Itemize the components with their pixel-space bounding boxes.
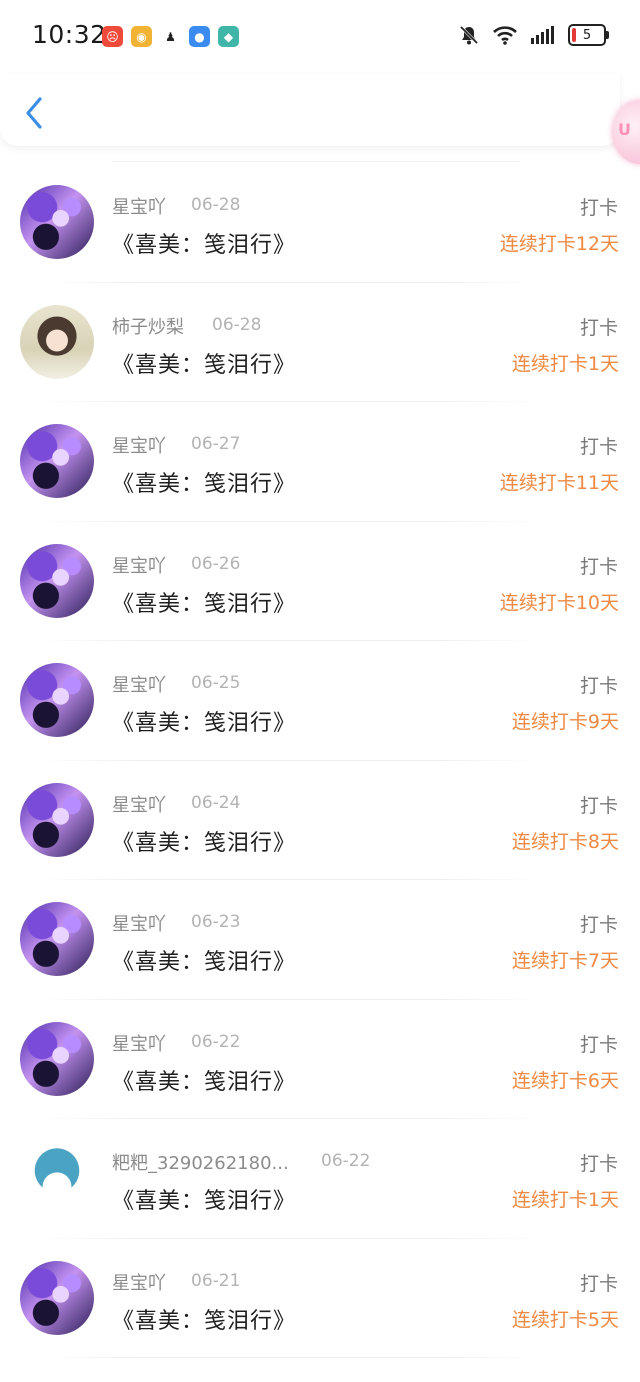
avatar[interactable] <box>20 782 94 857</box>
avatar[interactable] <box>20 1260 94 1335</box>
user-name[interactable]: 柿子炒梨 <box>112 313 184 339</box>
checkin-list: 星宝吖 06-28 《喜美：笺泪行》 打卡 连续打卡12天 柿子炒梨 06-28 《喜美：笺泪… <box>0 163 640 1358</box>
streak-label: 连续打卡10天 <box>499 591 619 614</box>
battery-icon: 5 <box>568 24 609 46</box>
streak-label: 连续打卡11天 <box>499 472 619 494</box>
back-button[interactable] <box>22 96 50 130</box>
entry-date: 06-28 <box>212 314 262 335</box>
chevron-left-icon <box>26 97 42 129</box>
book-title[interactable]: 《喜美：笺泪行》 <box>112 227 296 259</box>
user-name[interactable]: 粑粑_3290262180... <box>112 1149 289 1175</box>
avatar[interactable] <box>20 424 94 498</box>
book-title[interactable]: 《喜美：笺泪行》 <box>112 944 296 976</box>
notification-icons: ☹ ◉ ♟ ● ◆ <box>102 26 239 47</box>
nav-header <box>0 74 620 146</box>
book-title[interactable]: 《喜美：笺泪行》 <box>112 586 296 618</box>
list-item[interactable]: 粑粑_3290262180... 06-22 《喜美：笺泪行》 打卡连续打卡1天 <box>0 1119 640 1239</box>
entry-type-label: 打卡 <box>579 914 618 936</box>
entry-date: 06-27 <box>191 434 241 454</box>
user-name[interactable]: 星宝吖 <box>112 910 166 936</box>
entry-date: 06-25 <box>191 673 241 693</box>
list-item[interactable]: 星宝吖 06-27 《喜美：笺泪行》 打卡连续打卡11天 <box>0 402 640 522</box>
list-item[interactable]: 星宝吖 06-21 《喜美：笺泪行》 打卡连续打卡5天 <box>0 1239 640 1359</box>
list-item[interactable]: 星宝吖 06-24 《喜美：笺泪行》 打卡连续打卡8天 <box>0 761 640 881</box>
entry-date: 06-23 <box>191 912 241 932</box>
entry-date: 06-26 <box>191 553 241 574</box>
entry-type-label: 打卡 <box>579 316 618 339</box>
entry-type-label: 打卡 <box>579 1153 618 1175</box>
signal-icon <box>531 26 554 44</box>
streak-label: 连续打卡7天 <box>511 950 619 972</box>
list-item[interactable]: 星宝吖 06-22 《喜美：笺泪行》 打卡连续打卡6天 <box>0 1000 640 1120</box>
book-title[interactable]: 《喜美：笺泪行》 <box>112 1183 296 1215</box>
entry-type-label: 打卡 <box>579 555 618 578</box>
book-title[interactable]: 《喜美：笺泪行》 <box>112 705 296 737</box>
entry-type-label: 打卡 <box>579 794 618 817</box>
system-icons: 5 <box>458 24 609 46</box>
user-name[interactable]: 星宝吖 <box>112 1269 166 1295</box>
streak-label: 连续打卡1天 <box>511 1189 619 1211</box>
status-time: 10:32 <box>32 20 107 49</box>
book-title[interactable]: 《喜美：笺泪行》 <box>112 825 296 857</box>
entry-date: 06-21 <box>191 1270 241 1291</box>
entry-date: 06-22 <box>321 1151 371 1171</box>
avatar[interactable] <box>20 185 94 259</box>
status-bar: 10:32 ☹ ◉ ♟ ● ◆ 5 <box>0 0 640 74</box>
streak-label: 连续打卡5天 <box>511 1308 619 1331</box>
weibo-icon: ◉ <box>131 26 152 47</box>
entry-date: 06-28 <box>191 195 241 215</box>
book-title[interactable]: 《喜美：笺泪行》 <box>112 347 296 379</box>
divider <box>112 161 520 162</box>
qq-penguin-icon: ♟ <box>160 26 181 47</box>
list-item[interactable]: 星宝吖 06-25 《喜美：笺泪行》 打卡连续打卡9天 <box>0 641 640 761</box>
avatar[interactable] <box>20 543 94 618</box>
user-name[interactable]: 星宝吖 <box>112 432 166 458</box>
red-app-icon: ☹ <box>102 26 123 47</box>
avatar[interactable] <box>20 902 94 976</box>
bell-muted-icon <box>459 25 479 45</box>
streak-label: 连续打卡12天 <box>499 233 619 255</box>
list-item[interactable]: 星宝吖 06-28 《喜美：笺泪行》 打卡连续打卡12天 <box>0 163 640 283</box>
user-name[interactable]: 星宝吖 <box>112 791 166 817</box>
book-title[interactable]: 《喜美：笺泪行》 <box>112 1064 296 1096</box>
list-item[interactable]: 柿子炒梨 06-28 《喜美：笺泪行》 打卡连续打卡1天 <box>0 283 640 403</box>
list-item[interactable]: 星宝吖 06-23 《喜美：笺泪行》 打卡连续打卡7天 <box>0 880 640 1000</box>
list-item[interactable]: 星宝吖 06-26 《喜美：笺泪行》 打卡连续打卡10天 <box>0 522 640 642</box>
message-bubble-icon: ● <box>189 26 210 47</box>
entry-type-label: 打卡 <box>579 1033 618 1056</box>
entry-type-label: 打卡 <box>579 675 618 697</box>
entry-type-label: 打卡 <box>579 436 618 458</box>
user-name[interactable]: 星宝吖 <box>112 671 166 697</box>
streak-label: 连续打卡1天 <box>511 352 619 375</box>
battery-level: 5 <box>582 27 592 43</box>
book-title[interactable]: 《喜美：笺泪行》 <box>112 466 296 498</box>
entry-date: 06-24 <box>191 792 241 813</box>
avatar[interactable] <box>20 1141 94 1215</box>
user-name[interactable]: 星宝吖 <box>112 193 166 219</box>
avatar[interactable] <box>20 304 94 379</box>
entry-type-label: 打卡 <box>579 197 618 219</box>
entry-type-label: 打卡 <box>579 1272 618 1295</box>
entry-date: 06-22 <box>191 1031 241 1052</box>
avatar[interactable] <box>20 1021 94 1096</box>
shield-app-icon: ◆ <box>218 26 239 47</box>
avatar[interactable] <box>20 663 94 737</box>
user-name[interactable]: 星宝吖 <box>112 552 166 578</box>
streak-label: 连续打卡6天 <box>511 1069 619 1092</box>
streak-label: 连续打卡9天 <box>511 711 619 733</box>
book-title[interactable]: 《喜美：笺泪行》 <box>112 1303 296 1335</box>
user-name[interactable]: 星宝吖 <box>112 1030 166 1056</box>
wifi-icon <box>493 26 517 45</box>
streak-label: 连续打卡8天 <box>511 830 619 853</box>
